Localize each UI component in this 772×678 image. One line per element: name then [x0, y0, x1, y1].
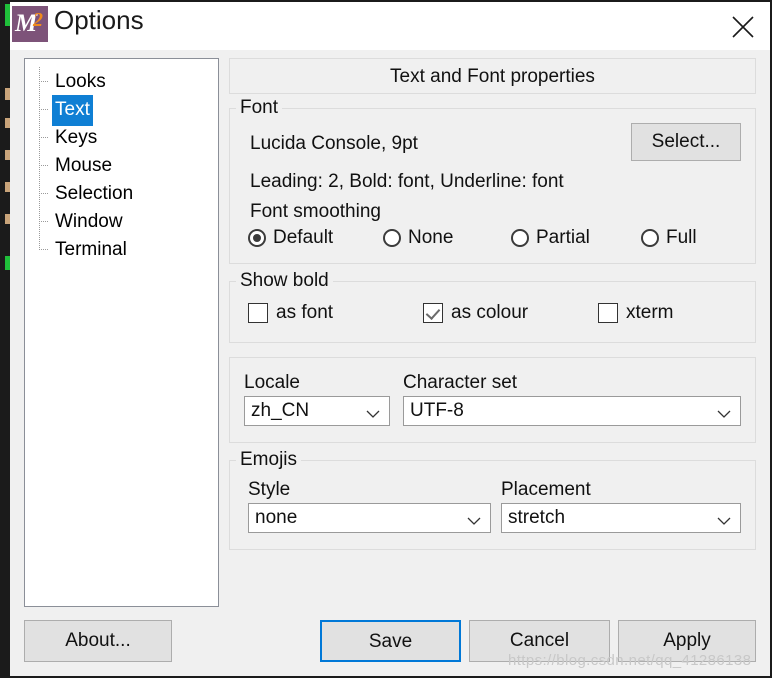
- checkbox-bold-as-colour[interactable]: as colour: [423, 302, 598, 324]
- save-button[interactable]: Save: [320, 620, 461, 662]
- charset-label: Character set: [403, 372, 518, 393]
- chevron-down-icon: [467, 513, 481, 531]
- sidebar-item-text[interactable]: Text: [25, 95, 218, 126]
- settings-panel: Text and Font properties Font Lucida Con…: [229, 58, 756, 550]
- checkbox-label: as colour: [451, 302, 529, 323]
- sidebar-item-label: Selection: [55, 183, 134, 204]
- radio-icon: [248, 229, 266, 247]
- charset-select[interactable]: UTF-8: [403, 396, 741, 426]
- checkbox-bold-xterm[interactable]: xterm: [598, 302, 674, 324]
- sidebar-item-selection[interactable]: Selection: [25, 179, 218, 207]
- show-bold-group: Show bold as font as colour xterm: [229, 270, 756, 343]
- radio-smoothing-partial[interactable]: Partial: [511, 227, 641, 249]
- charset-value: UTF-8: [410, 400, 464, 421]
- options-dialog: M 2 Options Looks Text Keys Mouse Select…: [10, 2, 770, 676]
- locale-value: zh_CN: [251, 400, 310, 421]
- radio-icon: [641, 229, 659, 247]
- cancel-button[interactable]: Cancel: [469, 620, 610, 662]
- radio-smoothing-none[interactable]: None: [383, 227, 511, 249]
- emojis-group: Emojis Style none Placement stretch: [229, 449, 756, 550]
- close-icon[interactable]: [724, 8, 762, 42]
- checkbox-label: xterm: [626, 302, 674, 323]
- radio-icon: [511, 229, 529, 247]
- emoji-style-label: Style: [248, 479, 291, 500]
- panel-title: Text and Font properties: [229, 58, 756, 94]
- chevron-down-icon: [717, 406, 731, 424]
- chevron-down-icon: [366, 406, 380, 424]
- locale-group: Locale zh_CN Character set UTF-8: [229, 357, 756, 443]
- radio-smoothing-full[interactable]: Full: [641, 227, 697, 249]
- locale-select[interactable]: zh_CN: [244, 396, 390, 426]
- checkbox-bold-as-font[interactable]: as font: [248, 302, 423, 324]
- about-button[interactable]: About...: [24, 620, 172, 662]
- font-details: Leading: 2, Bold: font, Underline: font: [250, 171, 564, 192]
- radio-smoothing-default[interactable]: Default: [248, 227, 383, 249]
- radio-label: None: [408, 227, 454, 248]
- locale-label: Locale: [244, 372, 300, 393]
- emoji-placement-select[interactable]: stretch: [501, 503, 741, 533]
- emojis-group-label: Emojis: [236, 449, 302, 471]
- sidebar-item-label: Text: [52, 95, 93, 126]
- checkbox-icon: [248, 303, 268, 323]
- radio-label: Full: [666, 227, 697, 248]
- window-title: Options: [54, 5, 144, 35]
- sidebar-item-keys[interactable]: Keys: [25, 123, 218, 151]
- sidebar-item-label: Window: [55, 211, 123, 232]
- sidebar-item-label: Looks: [55, 71, 106, 92]
- font-group: Font Lucida Console, 9pt Select... Leadi…: [229, 97, 756, 264]
- show-bold-group-label: Show bold: [236, 270, 333, 292]
- mintty-icon-digit-2: 2: [33, 9, 43, 31]
- category-list[interactable]: Looks Text Keys Mouse Selection Window T…: [24, 58, 219, 607]
- sidebar-item-mouse[interactable]: Mouse: [25, 151, 218, 179]
- font-group-label: Font: [236, 97, 283, 119]
- emoji-placement-label: Placement: [501, 479, 591, 500]
- sidebar-item-window[interactable]: Window: [25, 207, 218, 235]
- chevron-down-icon: [717, 513, 731, 531]
- select-font-button[interactable]: Select...: [631, 123, 741, 161]
- emoji-style-select[interactable]: none: [248, 503, 491, 533]
- emoji-style-value: none: [255, 507, 298, 528]
- sidebar-item-terminal[interactable]: Terminal: [25, 235, 218, 263]
- radio-label: Partial: [536, 227, 590, 248]
- sidebar-item-looks[interactable]: Looks: [25, 67, 218, 95]
- font-smoothing-label: Font smoothing: [250, 201, 381, 222]
- sidebar-item-label: Keys: [55, 127, 98, 148]
- emoji-placement-value: stretch: [508, 507, 566, 528]
- checkbox-label: as font: [276, 302, 334, 323]
- apply-button[interactable]: Apply: [618, 620, 756, 662]
- mintty-icon: M 2: [12, 6, 48, 42]
- sidebar-item-label: Terminal: [55, 239, 127, 260]
- title-bar: M 2 Options: [10, 2, 770, 50]
- sidebar-item-label: Mouse: [55, 155, 113, 176]
- radio-label: Default: [273, 227, 334, 248]
- checkbox-icon: [423, 303, 443, 323]
- checkbox-icon: [598, 303, 618, 323]
- radio-icon: [383, 229, 401, 247]
